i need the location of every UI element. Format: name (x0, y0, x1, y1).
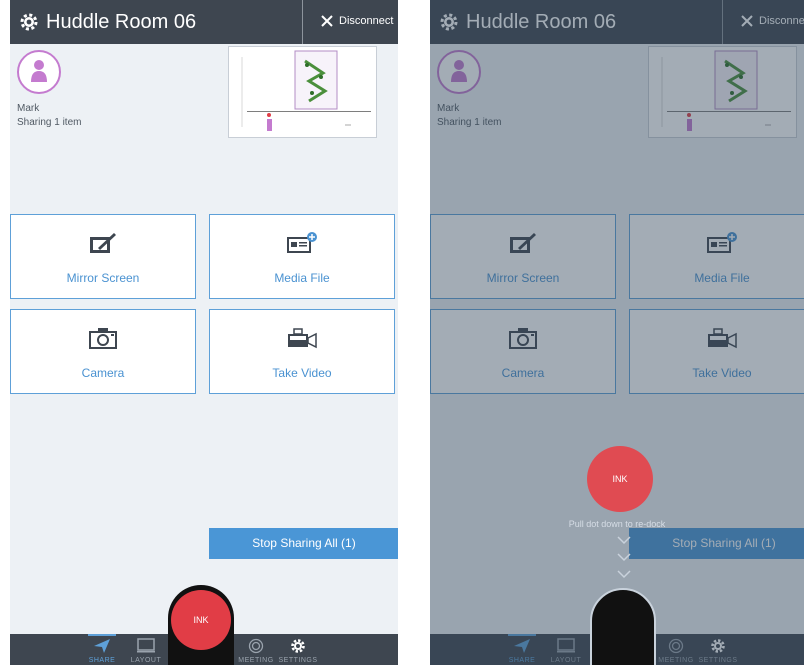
tile-label: Mirror Screen (66, 271, 140, 285)
take-video-tile[interactable]: Take Video (209, 309, 395, 394)
ink-dock (590, 588, 656, 665)
media-file-icon (287, 232, 317, 253)
user-name: Mark (17, 103, 40, 114)
redock-hint: Pull dot down to re-dock (568, 519, 666, 529)
paper-plane-icon (94, 639, 110, 653)
chevron-down-icon (617, 553, 631, 562)
avatar (17, 50, 61, 94)
disconnect-label: Disconnect (339, 15, 394, 27)
shared-content-thumbnail[interactable] (228, 46, 377, 138)
ink-button-dragging[interactable]: INK (587, 446, 653, 512)
nav-label: SETTINGS (278, 657, 318, 664)
user-status: Sharing 1 item (17, 117, 82, 128)
phone-screen-default: Huddle Room 06 Disconnect Mark Sharing 1… (10, 0, 398, 665)
nav-label: MEETING (238, 657, 274, 664)
camera-icon (89, 328, 117, 349)
mirror-screen-tile[interactable]: Mirror Screen (10, 214, 196, 299)
top-bar: Huddle Room 06 Disconnect (10, 0, 398, 44)
disconnect-button[interactable]: Disconnect (303, 0, 398, 44)
tile-label: Take Video (272, 366, 332, 380)
close-icon (321, 15, 333, 27)
dim-overlay (430, 0, 804, 665)
nav-layout[interactable]: LAYOUT (124, 634, 168, 665)
nav-share[interactable]: SHARE (82, 634, 122, 665)
room-title: Huddle Room 06 (46, 11, 197, 33)
document-preview (229, 47, 376, 137)
chevron-down-icon (617, 570, 631, 579)
stop-sharing-button[interactable]: Stop Sharing All (1) (209, 528, 398, 559)
tile-label: Camera (81, 366, 125, 380)
camera-tile[interactable]: Camera (10, 309, 196, 394)
chevron-down-icon (617, 536, 631, 545)
media-file-tile[interactable]: Media File (209, 214, 395, 299)
tile-label: Media File (274, 271, 330, 285)
ink-button[interactable]: INK (171, 590, 231, 650)
phone-screen-dragging-ink: Huddle Room 06 Disconnect Mark Sharing 1… (430, 0, 804, 665)
video-camera-icon (288, 328, 317, 349)
gear-icon (291, 639, 305, 653)
nav-label: SHARE (88, 657, 116, 664)
nav-settings[interactable]: SETTINGS (278, 634, 318, 665)
mirror-screen-icon (90, 233, 116, 253)
target-icon (248, 638, 264, 654)
nav-meeting[interactable]: MEETING (236, 634, 276, 665)
monitor-icon (137, 638, 155, 653)
active-indicator (88, 634, 116, 636)
person-icon (31, 60, 47, 82)
gear-icon[interactable] (19, 12, 39, 32)
nav-label: LAYOUT (130, 657, 162, 664)
